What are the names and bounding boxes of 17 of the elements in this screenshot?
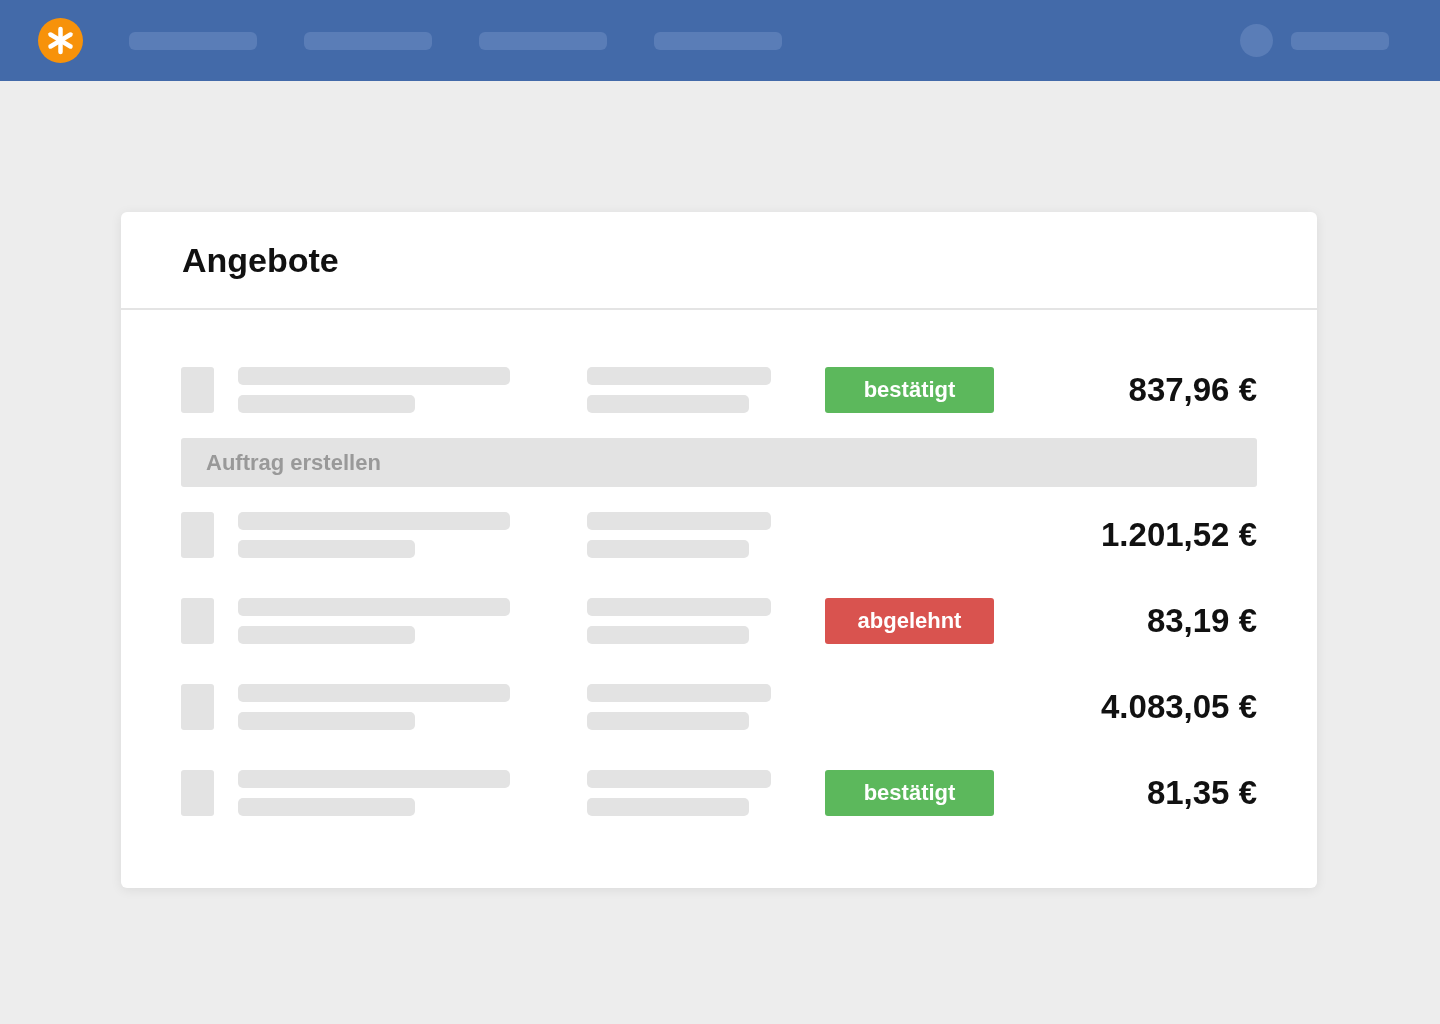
thumbnail-placeholder	[181, 598, 214, 644]
amount: 81,35 €	[1145, 774, 1257, 812]
card-title: Angebote	[182, 240, 339, 280]
amount: 4.083,05 €	[1100, 688, 1257, 726]
status-badge: bestätigt	[825, 770, 994, 816]
amount: 837,96 €	[1127, 371, 1257, 409]
amount: 1.201,52 €	[1100, 516, 1257, 554]
status-badge: bestätigt	[825, 367, 994, 413]
thumbnail-placeholder	[181, 512, 214, 558]
status-badge: abgelehnt	[825, 598, 994, 644]
logo-icon[interactable]	[38, 18, 83, 63]
amount: 83,19 €	[1145, 602, 1257, 640]
thumbnail-placeholder	[181, 684, 214, 730]
create-order-button[interactable]: Auftrag erstellen	[181, 438, 1257, 487]
thumbnail-placeholder	[181, 367, 214, 413]
thumbnail-placeholder	[181, 770, 214, 816]
avatar-icon[interactable]	[1240, 24, 1273, 57]
